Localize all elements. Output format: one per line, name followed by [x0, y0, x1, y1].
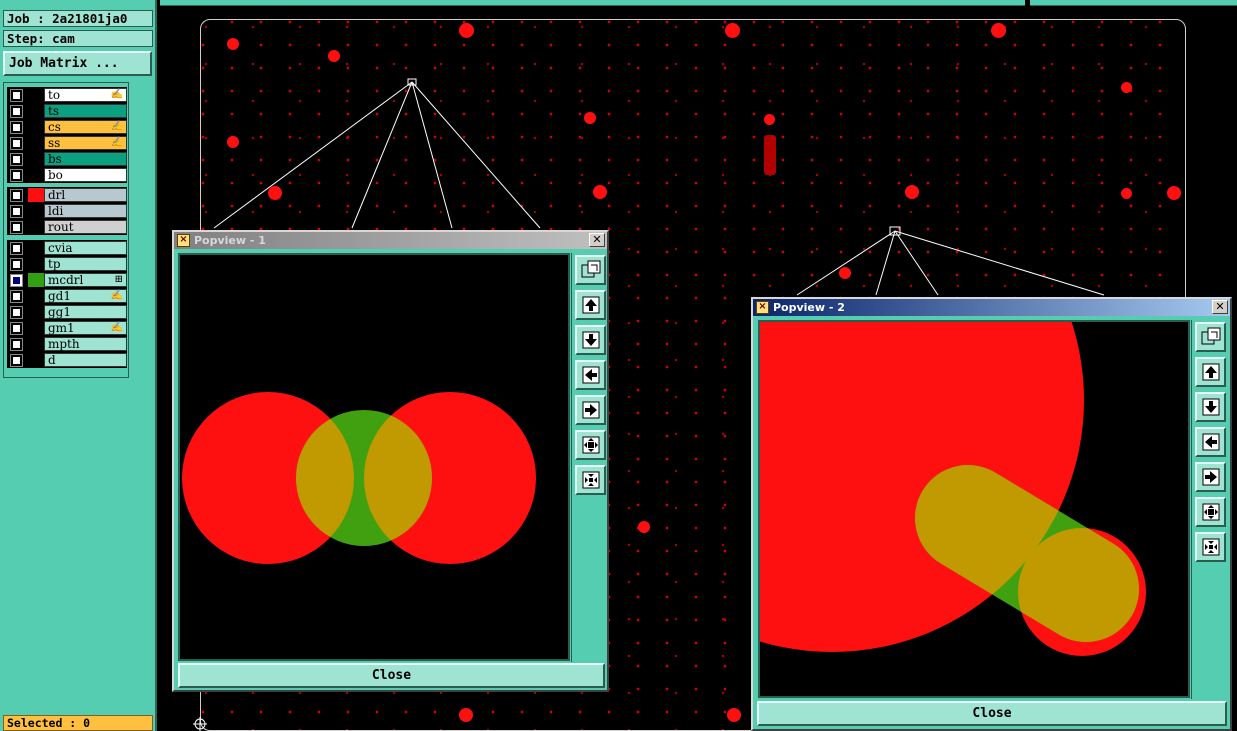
popview-1-titlebar[interactable]: × Popview - 1 ✕	[174, 232, 607, 249]
pan-down-icon[interactable]	[1195, 392, 1226, 422]
pan-right-icon[interactable]	[1195, 462, 1226, 492]
close-icon[interactable]: ✕	[589, 233, 605, 247]
close-icon[interactable]: ✕	[1212, 300, 1228, 314]
popview-2-window: × Popview - 2 ✕ Close	[751, 297, 1232, 731]
popview-1-title: Popview - 1	[194, 234, 266, 247]
pan-right-icon[interactable]	[575, 395, 606, 425]
origin-marker-icon	[193, 717, 207, 731]
popview-2-toolbar	[1191, 320, 1230, 699]
pan-up-icon[interactable]	[575, 290, 606, 320]
popview-1-toolbar	[571, 253, 607, 662]
popview-2-close-button[interactable]: Close	[757, 701, 1227, 726]
zoom-out-icon[interactable]	[575, 465, 606, 495]
zoom-fit-icon[interactable]	[575, 255, 606, 285]
pan-down-icon[interactable]	[575, 325, 606, 355]
pan-left-icon[interactable]	[575, 360, 606, 390]
zoom-fit-icon[interactable]	[1195, 322, 1226, 352]
zoom-in-icon[interactable]	[1195, 497, 1226, 527]
window-icon: ×	[756, 301, 769, 314]
window-icon: ×	[177, 234, 190, 247]
popview-2-title: Popview - 2	[773, 301, 845, 314]
popview-1-window: × Popview - 1 ✕ Close	[172, 230, 609, 692]
popview-1-canvas[interactable]	[178, 253, 570, 661]
zoom-out-icon[interactable]	[1195, 532, 1226, 562]
pan-left-icon[interactable]	[1195, 427, 1226, 457]
zoom-in-icon[interactable]	[575, 430, 606, 460]
popview-1-drawing	[182, 392, 536, 564]
popview-1-close-button[interactable]: Close	[178, 663, 605, 688]
popview-2-titlebar[interactable]: × Popview - 2 ✕	[753, 299, 1230, 316]
popview-2-drawing	[760, 322, 1146, 656]
popview-2-canvas[interactable]	[758, 320, 1190, 698]
pan-up-icon[interactable]	[1195, 357, 1226, 387]
